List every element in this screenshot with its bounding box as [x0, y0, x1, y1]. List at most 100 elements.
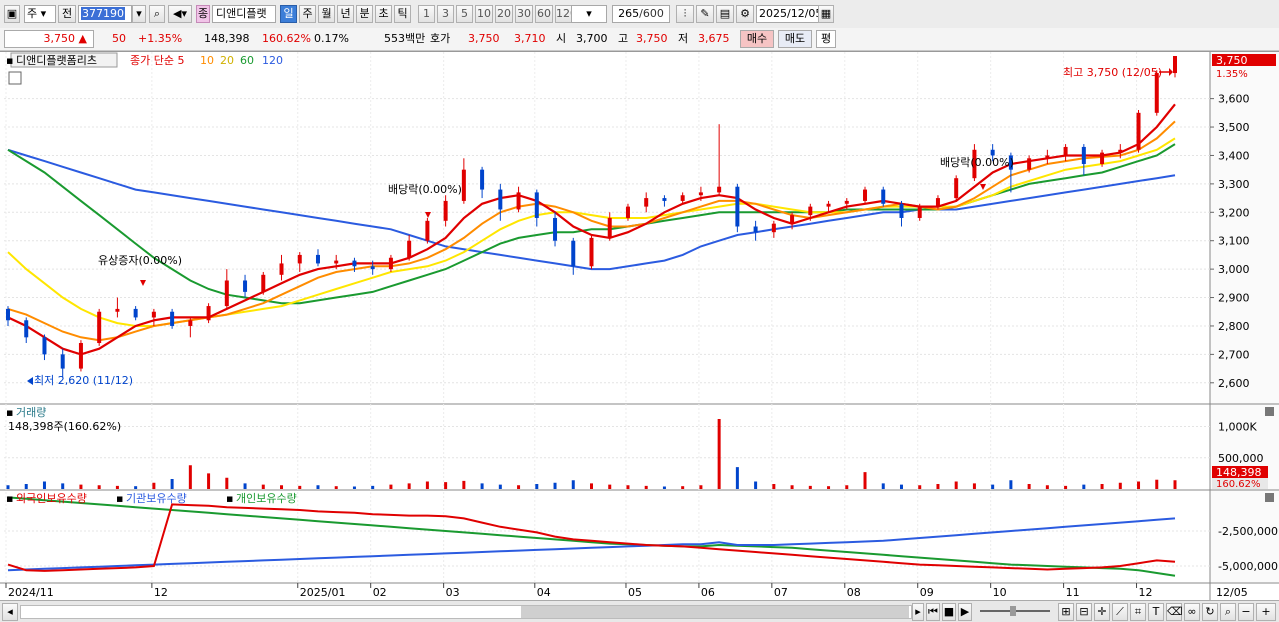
zoom-slider[interactable]: [980, 606, 1050, 616]
volume-bar: [827, 486, 831, 489]
layout-icon[interactable]: ⊞: [1058, 603, 1074, 621]
speaker-icon[interactable]: ◀▾: [168, 5, 192, 23]
calendar-icon[interactable]: ▦: [818, 5, 834, 23]
x-tick-label-6: 05: [628, 586, 642, 599]
play-icon[interactable]: ▶: [958, 603, 972, 621]
candle-body: [370, 266, 375, 270]
interval-button-20[interactable]: 20: [495, 5, 513, 23]
date-value: 2025/12/05: [759, 7, 823, 20]
scroll-left-icon[interactable]: ◂: [2, 603, 18, 621]
period-tab-3[interactable]: 년: [337, 5, 354, 23]
link-icon[interactable]: ∞: [1184, 603, 1200, 621]
x-tick-label-3: 02: [373, 586, 387, 599]
candle-body: [935, 198, 940, 207]
gear-icon[interactable]: ⚙: [736, 5, 754, 23]
volume-bar: [662, 486, 666, 489]
ma-legend-20: 20: [220, 54, 234, 67]
market-select[interactable]: 주 ▾: [24, 5, 56, 23]
period-tab-0[interactable]: 일: [280, 5, 297, 23]
high-price: 3,750: [636, 32, 668, 45]
tools-icon[interactable]: ✎: [696, 5, 714, 23]
low-price: 3,675: [698, 32, 730, 45]
refresh-icon[interactable]: ↻: [1202, 603, 1218, 621]
scroll-right-icon[interactable]: ▸: [912, 603, 924, 621]
volume-bar: [61, 483, 65, 489]
window-menu-icon[interactable]: ▣: [4, 5, 20, 23]
buy-button[interactable]: 매수: [740, 30, 774, 48]
volume-bar: [371, 485, 375, 489]
text-tool-icon[interactable]: T: [1148, 603, 1164, 621]
interval-button-1[interactable]: 1: [418, 5, 435, 23]
candle-body: [625, 206, 630, 218]
avg-button[interactable]: 평: [816, 30, 836, 48]
stock-code-value: 377190: [81, 7, 125, 20]
period-tab-5[interactable]: 초: [375, 5, 392, 23]
rights-annotation: 유상증자(0.00%): [98, 254, 182, 267]
volume-bar: [972, 483, 976, 489]
ask-price-2: 3,710: [514, 32, 546, 45]
candle-body: [115, 308, 120, 312]
compare-icon[interactable]: ⊟: [1076, 603, 1092, 621]
candle-body: [863, 189, 868, 201]
price-tick-label-0: 3,600: [1218, 93, 1250, 106]
rewind-icon[interactable]: ⏮: [926, 603, 940, 621]
candle-body: [425, 220, 430, 241]
pattern-icon[interactable]: ⌗: [1130, 603, 1146, 621]
count-input[interactable]: 265/600: [612, 5, 670, 23]
ma-legend-label: 종가 단순 5: [130, 54, 184, 67]
erase-icon[interactable]: ⌫: [1166, 603, 1183, 621]
volume-bar: [1064, 485, 1068, 489]
interval-button-5[interactable]: 5: [456, 5, 473, 23]
price-tick-label-7: 2,900: [1218, 292, 1250, 305]
x-tick-label-0: 2024/11: [8, 586, 54, 599]
stop-icon[interactable]: ■: [942, 603, 956, 621]
ma-legend-120: 120: [262, 54, 283, 67]
volume-bar: [590, 483, 593, 489]
zoom-icon[interactable]: ⌕: [1220, 603, 1236, 621]
crosshair-icon[interactable]: ✛: [1094, 603, 1110, 621]
stock-badge: 종: [196, 5, 210, 23]
volume-bar: [918, 485, 922, 489]
open-price: 3,700: [576, 32, 608, 45]
trendline-icon[interactable]: ⟋: [1112, 603, 1128, 621]
candle-body: [790, 215, 795, 224]
volume-bar: [772, 484, 776, 489]
zoom-out-icon[interactable]: −: [1238, 603, 1254, 621]
zoom-slider-handle[interactable]: [1010, 606, 1016, 616]
period-tab-1[interactable]: 주: [299, 5, 316, 23]
code-dropdown-icon[interactable]: ▾: [132, 5, 146, 23]
interval-button-10[interactable]: 10: [475, 5, 493, 23]
volume-bar: [553, 482, 557, 489]
period-tab-4[interactable]: 분: [356, 5, 373, 23]
scroll-thumb[interactable]: [521, 606, 909, 618]
save-icon[interactable]: ▤: [716, 5, 734, 23]
period-tab-2[interactable]: 월: [318, 5, 335, 23]
candle-body: [315, 254, 320, 264]
sell-button[interactable]: 매도: [778, 30, 812, 48]
candle-type-icon[interactable]: ⫶: [676, 5, 694, 23]
interval-button-60[interactable]: 60: [535, 5, 553, 23]
candle-body: [571, 240, 576, 267]
zoom-in-icon[interactable]: +: [1256, 603, 1276, 621]
interval-dropdown[interactable]: ▾: [571, 5, 607, 23]
volume-last-text: 148,398: [1216, 466, 1262, 479]
candle-body: [388, 257, 393, 270]
period-tab-6[interactable]: 틱: [394, 5, 411, 23]
interval-button-30[interactable]: 30: [515, 5, 533, 23]
stock-code-input[interactable]: 377190: [78, 5, 132, 23]
prev-button[interactable]: 전: [58, 5, 76, 23]
search-icon[interactable]: ⌕: [149, 5, 165, 23]
volume-bar: [681, 486, 685, 489]
x-tick-label-1: 12: [154, 586, 168, 599]
horizontal-scrollbar[interactable]: [20, 605, 912, 619]
chart-area[interactable]: 3,600 3,500 3,400 3,300 3,200 3,100 3,000 2,900…: [0, 51, 1279, 602]
candle-body: [133, 308, 138, 318]
candle-body: [844, 200, 849, 204]
candle-body: [607, 217, 612, 238]
candle-body: [899, 203, 904, 218]
interval-button-3[interactable]: 3: [437, 5, 454, 23]
chart-svg[interactable]: 3,600 3,500 3,400 3,300 3,200 3,100 3,000 2,900…: [0, 52, 1279, 602]
volume-tick-label-0: 1,000K: [1218, 421, 1257, 434]
candle-body: [1063, 146, 1068, 156]
price-tick-label-5: 3,100: [1218, 235, 1250, 248]
